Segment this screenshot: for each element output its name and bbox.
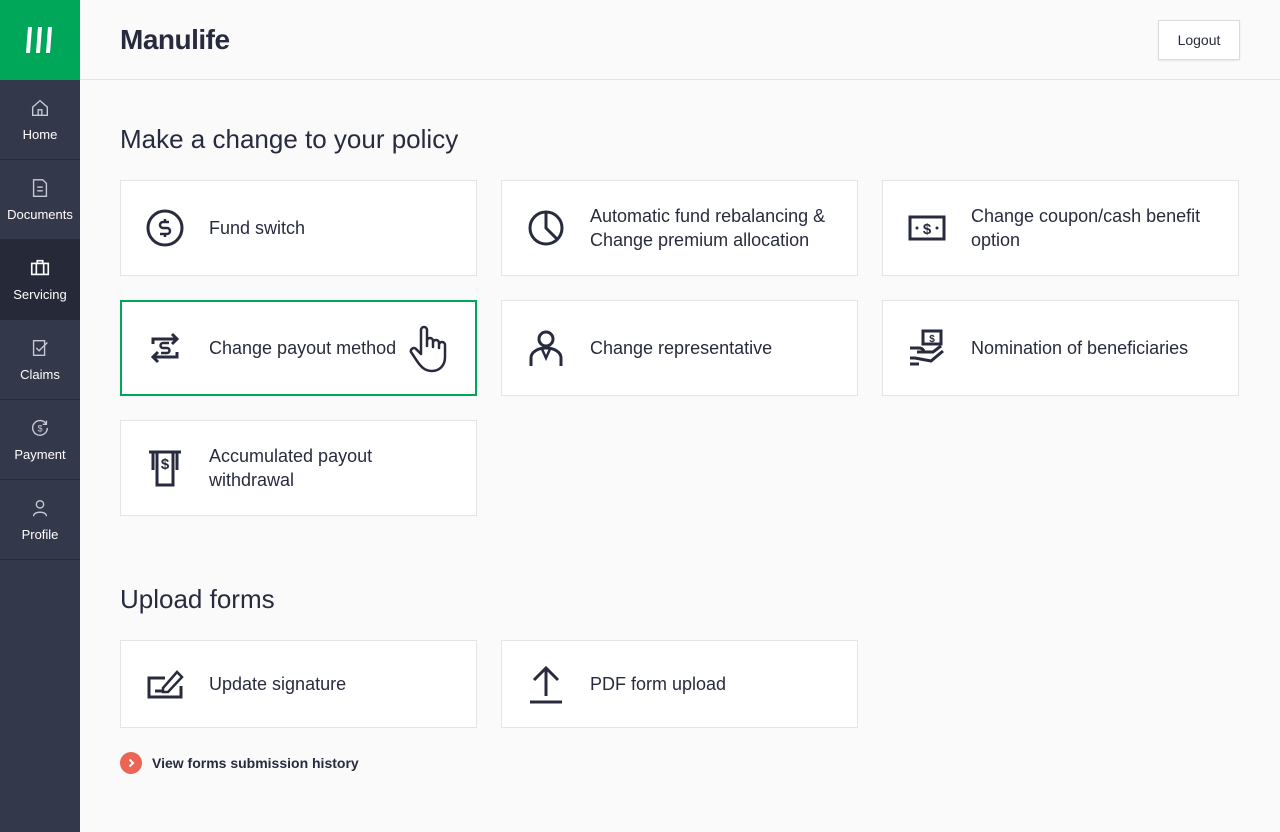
sidebar-item-payment[interactable]: $ Payment (0, 400, 80, 480)
card-update-signature[interactable]: Update signature (120, 640, 477, 728)
card-change-coupon[interactable]: $ Change coupon/cash benefit option (882, 180, 1239, 276)
svg-text:$: $ (923, 221, 932, 238)
logout-button[interactable]: Logout (1158, 20, 1240, 60)
card-label: PDF form upload (590, 674, 727, 694)
brand-name: Manulife (120, 24, 230, 55)
card-label: Update signature (209, 674, 347, 694)
payment-icon: $ (32, 419, 49, 436)
sidebar-item-claims[interactable]: Claims (0, 320, 80, 400)
sidebar: Home Documents Servicing Claims $ Paymen… (0, 0, 80, 832)
sidebar-item-home[interactable]: Home (0, 80, 80, 160)
card-fund-rebalancing[interactable]: Automatic fund rebalancing & Change prem… (501, 180, 858, 276)
card-label: Change representative (590, 338, 773, 358)
representative-icon (529, 330, 563, 366)
pie-chart-icon (528, 210, 564, 246)
card-fund-switch[interactable]: Fund switch (120, 180, 477, 276)
home-icon (31, 99, 49, 117)
fund-switch-icon (146, 209, 184, 247)
card-label: Fund switch (209, 218, 306, 238)
card-pdf-form-upload[interactable]: PDF form upload (501, 640, 858, 728)
chevron-right-icon (120, 752, 142, 774)
policy-section-title: Make a change to your policy (120, 124, 459, 154)
sidebar-item-label: Home (22, 127, 58, 142)
sidebar-item-label: Payment (14, 447, 66, 462)
signature-icon (147, 670, 184, 699)
sidebar-item-documents[interactable]: Documents (0, 160, 80, 240)
forms-card-grid: Update signature PDF form upload (120, 640, 1239, 728)
sidebar-item-label: Documents (7, 207, 73, 222)
policy-card-grid: Fund switch Automatic fund rebalancing &… (120, 180, 1239, 516)
svg-text:$: $ (37, 424, 42, 434)
withdrawal-icon: $ (149, 450, 181, 487)
manulife-logo-icon (26, 27, 52, 53)
card-label: Change payout method (209, 338, 397, 358)
hand-money-icon: $ (910, 329, 944, 366)
sidebar-item-label: Servicing (13, 287, 67, 302)
sidebar-item-label: Profile (21, 527, 59, 542)
exchange-dollar-icon (150, 332, 180, 364)
card-change-representative[interactable]: Change representative (501, 300, 858, 396)
card-nomination-beneficiaries[interactable]: $ Nomination of beneficiaries (882, 300, 1239, 396)
history-link-label: View forms submission history (152, 755, 359, 771)
view-forms-history-link[interactable]: View forms submission history (120, 752, 359, 774)
forms-section-title: Upload forms (120, 584, 275, 614)
profile-icon (32, 499, 48, 517)
card-label: Change coupon/cash benefit option (971, 206, 1201, 250)
sidebar-item-label: Claims (20, 367, 60, 382)
upload-icon (530, 665, 562, 704)
sidebar-item-profile[interactable]: Profile (0, 480, 80, 560)
hand-pointer-icon (409, 325, 447, 373)
sidebar-item-servicing[interactable]: Servicing (0, 240, 80, 320)
briefcase-icon (30, 259, 50, 276)
svg-text:$: $ (161, 456, 170, 473)
header: Manulife Logout (80, 0, 1280, 80)
cash-note-icon: $ (908, 215, 946, 241)
card-label: Nomination of beneficiaries (971, 338, 1189, 358)
svg-text:$: $ (929, 334, 935, 345)
manulife-logo[interactable] (0, 0, 80, 80)
card-label: Automatic fund rebalancing & Change prem… (590, 206, 826, 250)
card-accumulated-payout-withdrawal[interactable]: $ Accumulated payout withdrawal (120, 420, 477, 516)
card-change-payout-method[interactable]: Change payout method (120, 300, 477, 396)
card-label: Accumulated payout withdrawal (209, 446, 373, 490)
claims-icon (32, 339, 48, 357)
document-icon (32, 179, 48, 197)
